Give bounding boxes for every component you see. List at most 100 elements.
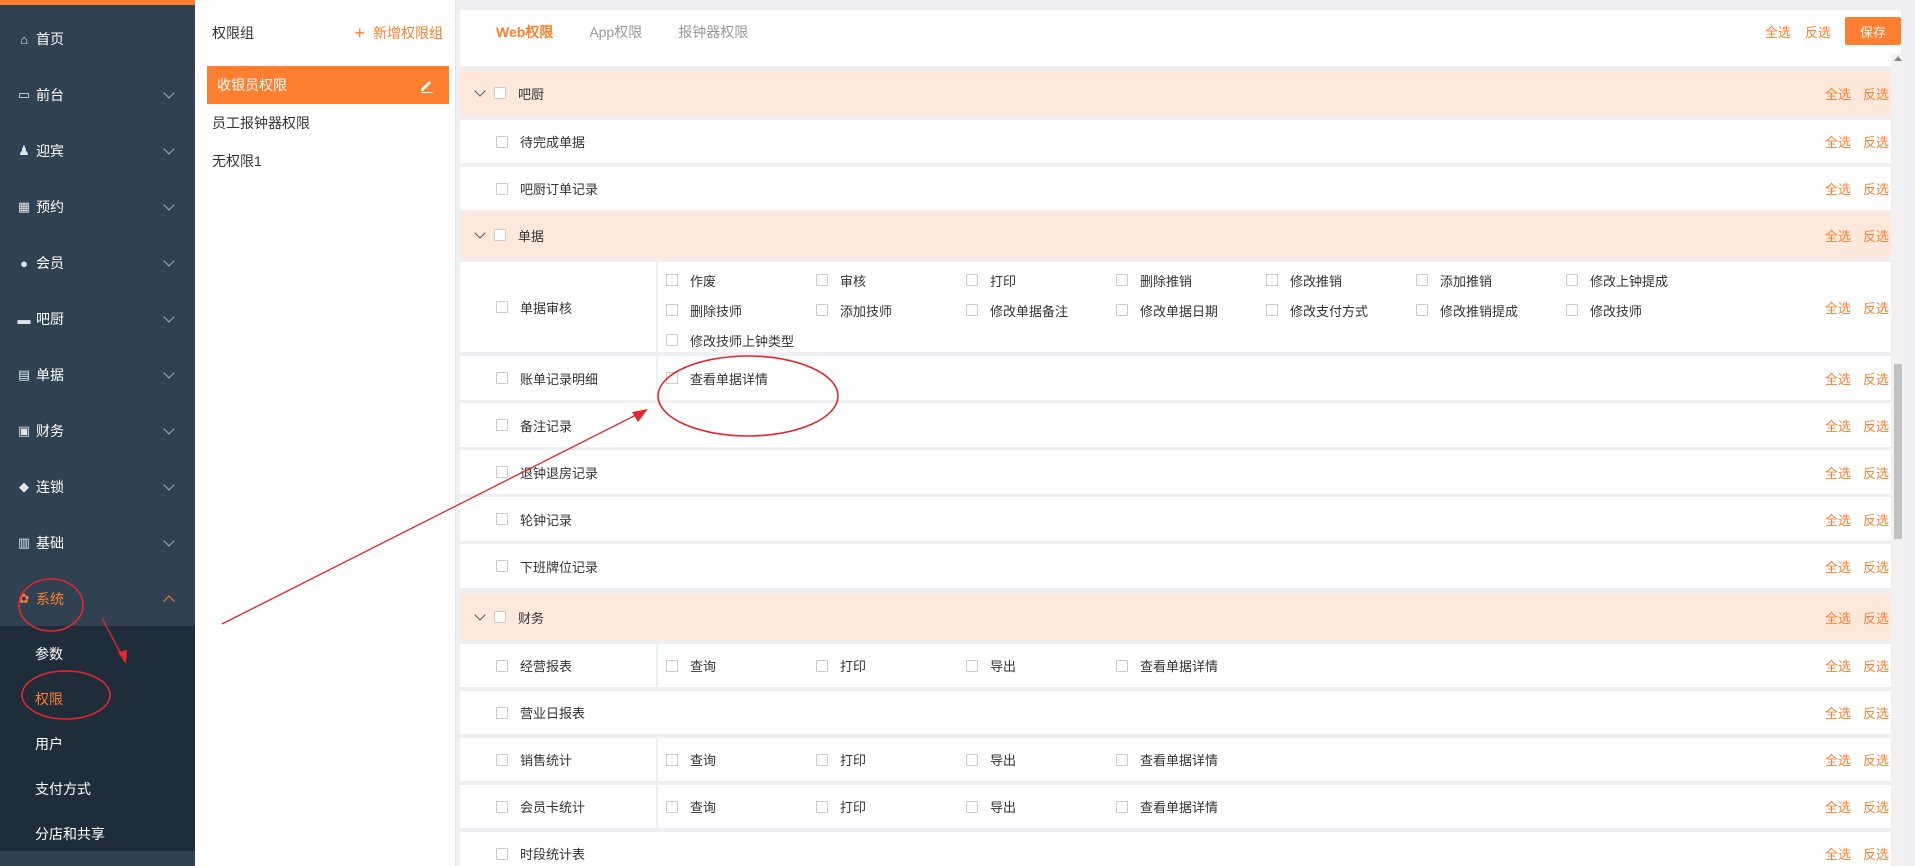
permission-name[interactable]: 退钟退房记录 — [496, 450, 598, 494]
option-item[interactable]: 查看单据详情 — [666, 356, 768, 400]
option-checkbox[interactable] — [666, 753, 678, 766]
permission-checkbox[interactable] — [496, 847, 508, 860]
option-item[interactable]: 删除技师 — [666, 301, 742, 319]
permission-name[interactable]: 时段统计表 — [496, 832, 585, 866]
invert-link[interactable]: 反选 — [1863, 463, 1889, 482]
permission-checkbox[interactable] — [496, 659, 508, 672]
group-item-2[interactable]: 无权限1 — [195, 142, 455, 180]
edit-icon[interactable] — [419, 77, 435, 93]
permission-name[interactable]: 下班牌位记录 — [496, 544, 598, 588]
option-checkbox[interactable] — [966, 304, 978, 316]
option-checkbox[interactable] — [1116, 274, 1128, 286]
permission-checkbox[interactable] — [496, 301, 508, 313]
option-item[interactable]: 打印 — [816, 738, 866, 781]
option-item[interactable]: 作废 — [666, 271, 716, 289]
permission-checkbox[interactable] — [496, 372, 508, 384]
option-checkbox[interactable] — [816, 800, 828, 813]
section-header[interactable]: 单据 全选 反选 — [460, 212, 1893, 258]
permission-checkbox[interactable] — [496, 513, 508, 525]
sidebar-item-5[interactable]: ▬ 吧厨 — [0, 291, 195, 347]
option-checkbox[interactable] — [816, 304, 828, 316]
option-item[interactable]: 查询 — [666, 785, 716, 828]
save-button[interactable]: 保存 — [1845, 17, 1901, 45]
option-checkbox[interactable] — [666, 372, 678, 384]
invert-link[interactable]: 反选 — [1863, 416, 1889, 435]
select-all-link[interactable]: 全选 — [1825, 84, 1851, 103]
invert-link[interactable]: 反选 — [1863, 608, 1889, 627]
invert-link[interactable]: 反选 — [1863, 656, 1889, 675]
invert-link[interactable]: 反选 — [1863, 844, 1889, 863]
option-checkbox[interactable] — [1116, 800, 1128, 813]
select-all-link[interactable]: 全选 — [1825, 844, 1851, 863]
section-checkbox[interactable] — [494, 87, 506, 99]
select-all-link[interactable]: 全选 — [1765, 22, 1791, 41]
option-checkbox[interactable] — [666, 274, 678, 286]
option-checkbox[interactable] — [666, 800, 678, 813]
chevron-down-icon[interactable] — [474, 227, 486, 239]
option-item[interactable]: 查看单据详情 — [1116, 738, 1218, 781]
select-all-link[interactable]: 全选 — [1825, 510, 1851, 529]
tab-app[interactable]: App权限 — [589, 22, 642, 42]
permission-name[interactable]: 营业日报表 — [496, 691, 585, 734]
sidebar-item-4[interactable]: ● 会员 — [0, 235, 195, 291]
invert-link[interactable]: 反选 — [1863, 510, 1889, 529]
option-checkbox[interactable] — [1416, 274, 1428, 286]
option-checkbox[interactable] — [1266, 304, 1278, 316]
invert-link[interactable]: 反选 — [1863, 797, 1889, 816]
select-all-link[interactable]: 全选 — [1825, 463, 1851, 482]
chevron-down-icon[interactable] — [474, 85, 486, 97]
permission-checkbox[interactable] — [496, 800, 508, 813]
option-checkbox[interactable] — [1116, 304, 1128, 316]
option-item[interactable]: 修改单据日期 — [1116, 301, 1218, 319]
permission-name[interactable]: 销售统计 — [496, 738, 572, 781]
invert-link[interactable]: 反选 — [1863, 750, 1889, 769]
invert-link[interactable]: 反选 — [1863, 132, 1889, 151]
permission-name[interactable]: 账单记录明细 — [496, 356, 598, 400]
select-all-link[interactable]: 全选 — [1825, 797, 1851, 816]
sidebar-item-2[interactable]: ♟ 迎宾 — [0, 123, 195, 179]
option-checkbox[interactable] — [666, 304, 678, 316]
select-all-link[interactable]: 全选 — [1825, 416, 1851, 435]
option-item[interactable]: 修改技师 — [1566, 301, 1642, 319]
option-item[interactable]: 审核 — [816, 271, 866, 289]
select-all-link[interactable]: 全选 — [1825, 656, 1851, 675]
option-item[interactable]: 查看单据详情 — [1116, 644, 1218, 687]
permission-name[interactable]: 单据审核 — [496, 262, 572, 352]
permission-name[interactable]: 经营报表 — [496, 644, 572, 687]
option-item[interactable]: 查看单据详情 — [1116, 785, 1218, 828]
permission-name[interactable]: 待完成单据 — [496, 120, 585, 163]
scrollbar-thumb[interactable] — [1894, 364, 1902, 539]
invert-link[interactable]: 反选 — [1863, 557, 1889, 576]
select-all-link[interactable]: 全选 — [1825, 608, 1851, 627]
sidebar-item-10[interactable]: ✿ 系统 — [0, 571, 195, 627]
sidebar-item-0[interactable]: ⌂ 首页 — [0, 11, 195, 67]
sidebar-item-9[interactable]: ▥ 基础 — [0, 515, 195, 571]
select-all-link[interactable]: 全选 — [1825, 703, 1851, 722]
option-checkbox[interactable] — [966, 659, 978, 672]
section-header[interactable]: 财务 全选 反选 — [460, 594, 1893, 640]
select-all-link[interactable]: 全选 — [1825, 226, 1851, 245]
option-item[interactable]: 添加技师 — [816, 301, 892, 319]
option-item[interactable]: 删除推销 — [1116, 271, 1192, 289]
option-item[interactable]: 修改技师上钟类型 — [666, 331, 794, 349]
select-all-link[interactable]: 全选 — [1825, 179, 1851, 198]
permission-name[interactable]: 会员卡统计 — [496, 785, 585, 828]
option-item[interactable]: 添加推销 — [1416, 271, 1492, 289]
invert-link[interactable]: 反选 — [1863, 298, 1889, 317]
invert-link[interactable]: 反选 — [1863, 226, 1889, 245]
group-item-1[interactable]: 员工报钟器权限 — [195, 104, 455, 142]
option-checkbox[interactable] — [666, 334, 678, 346]
option-item[interactable]: 导出 — [966, 644, 1016, 687]
option-item[interactable]: 导出 — [966, 738, 1016, 781]
option-item[interactable]: 修改单据备注 — [966, 301, 1068, 319]
option-checkbox[interactable] — [966, 753, 978, 766]
option-item[interactable]: 查询 — [666, 738, 716, 781]
tab-clock[interactable]: 报钟器权限 — [678, 22, 748, 42]
select-all-link[interactable]: 全选 — [1825, 557, 1851, 576]
permission-checkbox[interactable] — [496, 466, 508, 478]
permission-checkbox[interactable] — [496, 419, 508, 431]
submenu-item-3[interactable]: 支付方式 — [0, 767, 195, 811]
sidebar-item-8[interactable]: ◆ 连锁 — [0, 459, 195, 515]
invert-link[interactable]: 反选 — [1805, 22, 1831, 41]
sidebar-item-7[interactable]: ▣ 财务 — [0, 403, 195, 459]
